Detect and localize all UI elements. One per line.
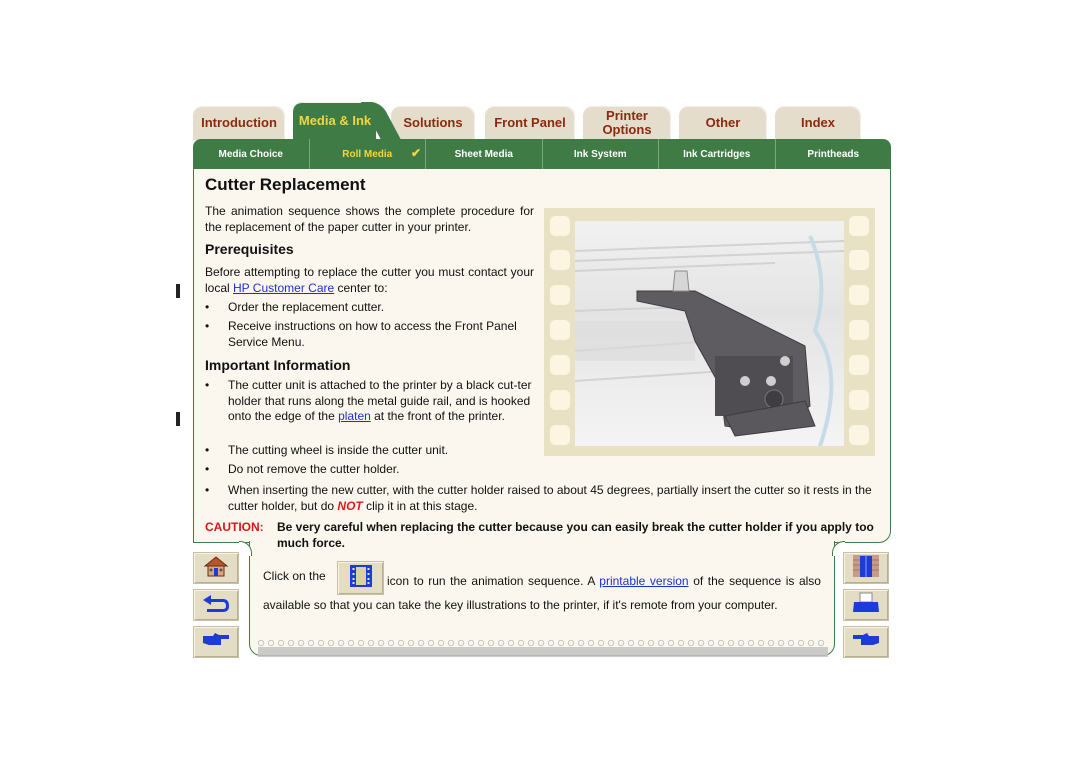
prerequisites-paragraph: Before attempting to replace the cutter … (205, 265, 534, 295)
change-bar-mark (176, 412, 180, 426)
tab-media-ink[interactable]: Media & Ink (293, 102, 377, 140)
pointing-hand-right-icon (201, 631, 231, 654)
spiral-binding (258, 638, 828, 660)
intro-paragraph: The animation sequence shows the complet… (205, 204, 534, 234)
subnav-ink-system[interactable]: Ink System (543, 139, 659, 169)
tab-other[interactable]: Other (679, 106, 767, 140)
list-item: • The cutting wheel is inside the cutter… (205, 443, 449, 457)
subnav-ink-cartridges[interactable]: Ink Cartridges (659, 139, 776, 169)
pointing-hand-left-icon (851, 631, 881, 654)
cutter-illustration (575, 221, 844, 446)
home-button[interactable] (193, 552, 239, 584)
printable-version-link[interactable]: printable version (599, 574, 688, 588)
click-instruction-paragraph: icon to run the animation sequence. A pr… (263, 574, 821, 612)
back-icon (201, 592, 231, 619)
change-bar-mark (176, 284, 180, 298)
next-page-button[interactable] (193, 626, 239, 658)
tab-index[interactable]: Index (775, 106, 861, 140)
printer-icon (851, 592, 881, 619)
page-title: Cutter Replacement (205, 175, 366, 194)
important-information-heading: Important Information (205, 357, 351, 373)
tab-printer-options[interactable]: Printer Options (583, 106, 671, 140)
door-contents-icon (852, 554, 880, 583)
back-button[interactable] (193, 589, 239, 621)
tab-introduction[interactable]: Introduction (193, 106, 285, 140)
previous-page-button[interactable] (843, 626, 889, 658)
caution-text: Be very careful when replacing the cutte… (277, 520, 874, 550)
list-item: • Order the replacement cutter. (205, 300, 385, 314)
tab-front-panel[interactable]: Front Panel (485, 106, 575, 140)
top-tab-bar: Introduction Media & Ink Solutions Front… (193, 102, 893, 140)
print-button[interactable] (843, 589, 889, 621)
tab-solutions[interactable]: Solutions (391, 106, 475, 140)
contents-button[interactable] (843, 552, 889, 584)
prerequisites-heading: Prerequisites (205, 241, 294, 257)
cutter-animation-image (544, 208, 875, 456)
caution-label: CAUTION: (205, 520, 264, 534)
hp-customer-care-link[interactable]: HP Customer Care (233, 281, 334, 295)
checkmark-icon: ✔ (410, 146, 421, 160)
platen-link[interactable]: platen (338, 409, 371, 423)
sub-navigation: Media Choice Roll Media ✔ Sheet Media Ink… (193, 139, 891, 169)
list-item: • Receive instructions on how to access … (205, 319, 517, 349)
list-item: • Do not remove the cutter holder. (205, 462, 400, 476)
list-item: • When inserting the new cutter, with th… (205, 483, 872, 513)
subnav-sheet-media[interactable]: Sheet Media (426, 139, 543, 169)
list-item: • The cutter unit is attached to the pri… (205, 378, 532, 423)
subnav-roll-media[interactable]: Roll Media ✔ (310, 139, 426, 169)
emphasis-not: NOT (337, 498, 363, 513)
home-icon (202, 555, 230, 582)
subnav-printheads[interactable]: Printheads (776, 139, 892, 169)
subnav-media-choice[interactable]: Media Choice (193, 139, 310, 169)
